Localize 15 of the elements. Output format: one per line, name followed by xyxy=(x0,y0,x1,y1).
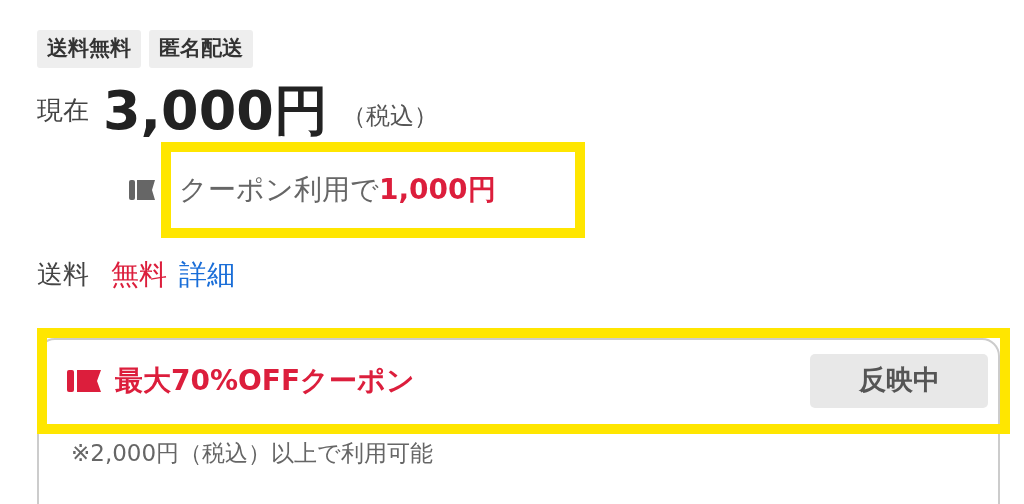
coupon-price-amount: 1,000円 xyxy=(379,171,496,208)
shipping-label: 送料 xyxy=(37,258,89,291)
coupon-condition: ※2,000円（税込）以上で利用可能 xyxy=(70,438,435,468)
tax-note: （税込） xyxy=(341,100,438,132)
coupon-title: 最大70%OFFクーポン xyxy=(115,362,416,399)
details-link[interactable]: 詳細 xyxy=(179,253,235,296)
coupon-icon xyxy=(67,368,101,393)
price-label: 現在 xyxy=(37,93,89,127)
coupon-icon xyxy=(129,178,155,201)
tag: 匿名配送 xyxy=(149,30,253,68)
tag: 送料無料 xyxy=(37,30,141,68)
coupon-price-text: クーポン利用で xyxy=(179,171,379,208)
coupon-status-button[interactable]: 反映中 xyxy=(810,353,988,408)
price-amount: 3,000円 xyxy=(103,83,328,138)
shipping-value: 無料 xyxy=(111,256,167,293)
